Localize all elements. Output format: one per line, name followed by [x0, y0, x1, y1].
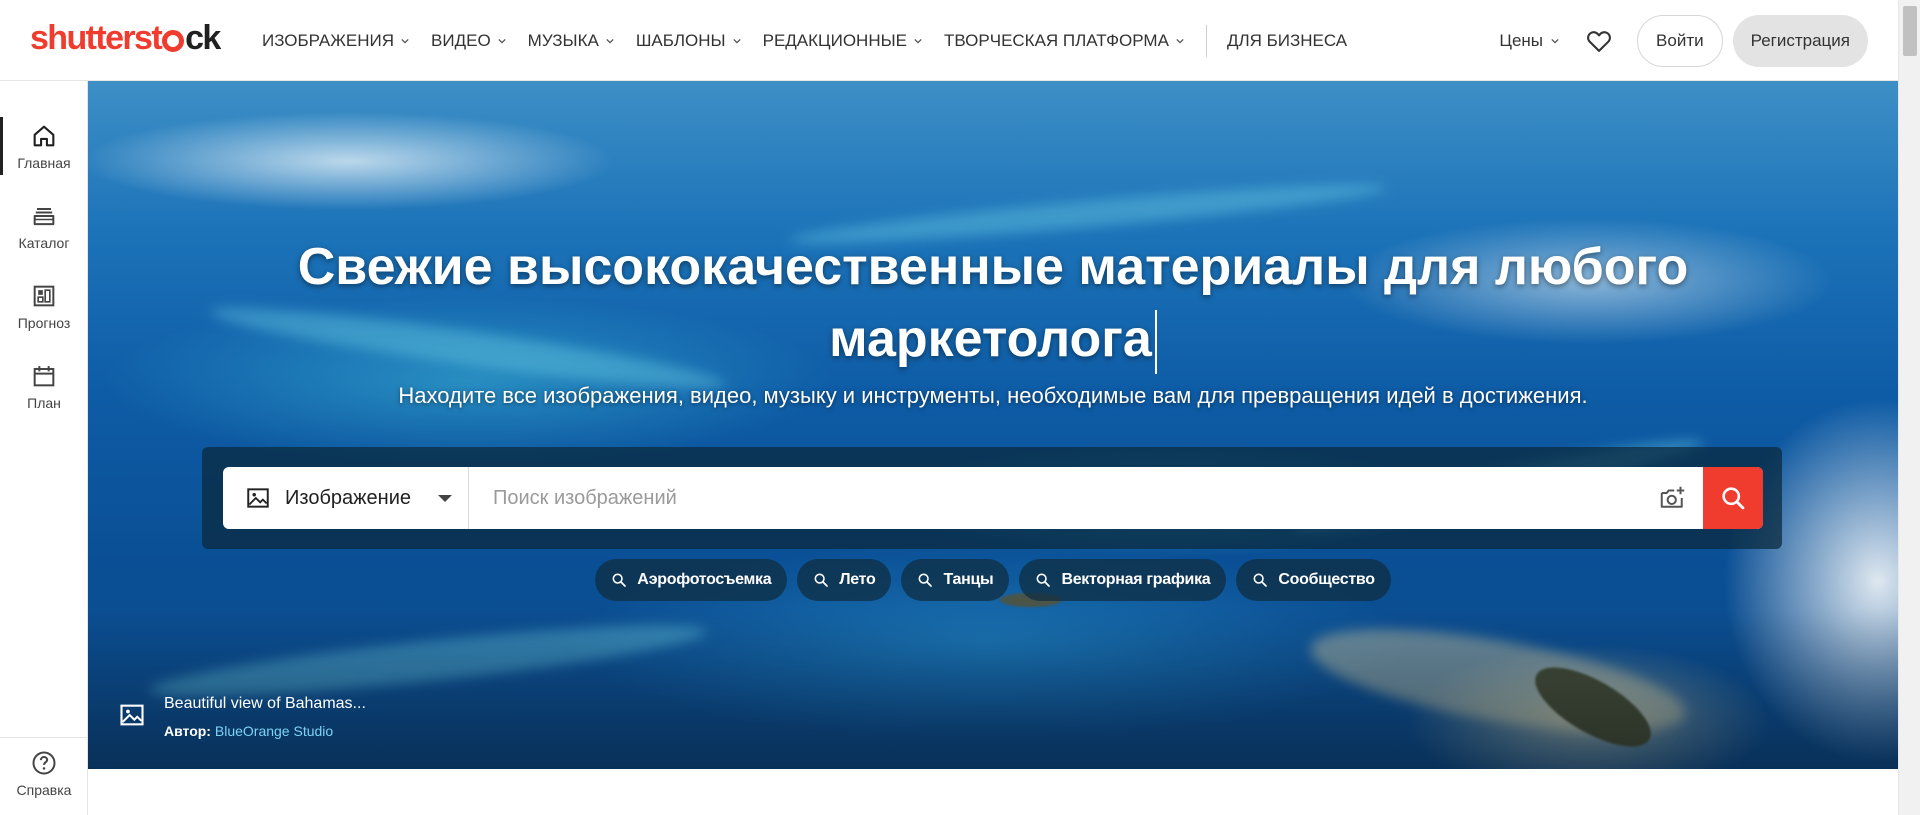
sidebar-item-label: Каталог: [18, 234, 70, 251]
search-submit-button[interactable]: [1703, 467, 1763, 529]
nav-templates-label: ШАБЛОНЫ: [635, 30, 726, 50]
search-bar: Изображение: [223, 467, 1763, 529]
favorites-heart-icon[interactable]: [1585, 27, 1613, 55]
nav-images-label: ИЗОБРАЖЕНИЯ: [262, 30, 395, 50]
sidebar-item-catalog[interactable]: Каталог: [0, 191, 88, 261]
chevron-down-icon: [1176, 38, 1184, 44]
nav-video[interactable]: ВИДЕО: [431, 31, 506, 51]
hero-subtitle: Находите все изображения, видео, музыку …: [398, 383, 1588, 408]
search-icon: [1722, 487, 1745, 510]
image-icon: [120, 704, 144, 726]
logo-text-end: ck: [185, 18, 221, 57]
chevron-down-icon: [914, 38, 922, 44]
media-type-dropdown[interactable]: Изображение: [223, 467, 469, 529]
search-icon: [814, 573, 829, 587]
forecast-icon: [33, 285, 55, 306]
image-icon: [247, 488, 269, 508]
header-actions: Цены Войти Регистрация: [1499, 0, 1898, 81]
nav-editorial-label: РЕДАКЦИОННЫЕ: [762, 30, 908, 50]
chip-label: Векторная графика: [1061, 571, 1211, 588]
sidebar-footer: Справка: [0, 737, 88, 798]
home-icon: [33, 125, 55, 146]
search-input[interactable]: [469, 467, 1643, 529]
register-button[interactable]: Регистрация: [1732, 14, 1868, 67]
logo-text-start: shutterst: [30, 18, 163, 57]
sidebar-item-label: План: [27, 394, 61, 411]
chevron-down-icon: [401, 38, 409, 44]
prices-label: Цены: [1499, 30, 1544, 50]
catalog-icon: [33, 207, 55, 225]
nav-divider: [1205, 24, 1207, 57]
hero-headline-line1: Свежие высококачественные материалы для …: [297, 238, 1689, 296]
credit-author-label: Автор:: [164, 723, 211, 739]
page-scrollbar[interactable]: [1898, 0, 1920, 815]
credit-text: Beautiful view of Bahamas... Автор: Blue…: [164, 695, 366, 739]
suggestion-chips: Аэрофотосъемка Лето Танцы Векторная граф…: [88, 559, 1898, 601]
shutterstock-logo[interactable]: shutterst ck: [30, 18, 221, 58]
sidebar-item-label: Главная: [17, 154, 71, 171]
search-icon: [1036, 573, 1051, 587]
nav-creative-platform[interactable]: ТВОРЧЕСКАЯ ПЛАТФОРМА: [944, 31, 1184, 51]
calendar-icon: [33, 365, 55, 386]
chip-community[interactable]: Сообщество: [1236, 559, 1391, 601]
nav-creative-platform-label: ТВОРЧЕСКАЯ ПЛАТФОРМА: [944, 30, 1169, 50]
hero-headline-line2: маркетолога: [829, 310, 1152, 368]
sidebar-item-forecast[interactable]: Прогноз: [0, 271, 88, 341]
credit-overlay: [88, 609, 1898, 769]
search-icon: [919, 573, 933, 587]
hero-banner: Свежие высококачественные материалы для …: [88, 81, 1898, 769]
caret-down-icon: [438, 495, 452, 502]
search-icon: [612, 573, 627, 587]
nav-templates[interactable]: ШАБЛОНЫ: [636, 31, 741, 51]
credit-image-title[interactable]: Beautiful view of Bahamas...: [164, 695, 366, 713]
scrollbar-thumb[interactable]: [1903, 6, 1917, 56]
chip-label: Аэрофотосъемка: [637, 571, 772, 588]
chip-aerial[interactable]: Аэрофотосъемка: [595, 559, 788, 601]
help-question-icon: [32, 751, 56, 774]
chip-dance[interactable]: Танцы: [901, 559, 1010, 601]
nav-for-business[interactable]: ДЛЯ БИЗНЕСА: [1227, 31, 1347, 51]
sidebar-item-help[interactable]: Справка: [0, 738, 88, 808]
chevron-down-icon: [732, 38, 741, 44]
login-button[interactable]: Войти: [1637, 14, 1723, 67]
search-by-image-button[interactable]: [1643, 467, 1703, 529]
chip-label: Сообщество: [1278, 571, 1375, 588]
nav-music[interactable]: МУЗЫКА: [528, 31, 614, 51]
chip-label: Лето: [839, 571, 876, 588]
sidebar-item-label: Справка: [16, 781, 72, 798]
top-navigation-bar: shutterst ck ИЗОБРАЖЕНИЯ ВИДЕО МУЗЫКА ШАБ…: [0, 0, 1898, 81]
sidebar-item-label: Прогноз: [17, 314, 71, 331]
search-icon: [1253, 573, 1268, 587]
credit-author-line: Автор: BlueOrange Studio: [164, 723, 366, 739]
media-type-label: Изображение: [285, 486, 411, 509]
text-cursor: [1154, 310, 1157, 375]
chip-summer[interactable]: Лето: [797, 559, 892, 601]
nav-music-label: МУЗЫКА: [527, 30, 599, 50]
camera-plus-icon: [1660, 486, 1685, 508]
chip-vector[interactable]: Векторная графика: [1019, 559, 1227, 601]
nav-editorial[interactable]: РЕДАКЦИОННЫЕ: [763, 31, 922, 51]
logo-o-mark: [162, 30, 185, 52]
sidebar-item-plan[interactable]: План: [0, 351, 88, 421]
image-credit: Beautiful view of Bahamas... Автор: Blue…: [118, 695, 366, 739]
chip-label: Танцы: [943, 571, 994, 588]
nav-images[interactable]: ИЗОБРАЖЕНИЯ: [262, 31, 409, 51]
sidebar-item-home[interactable]: Главная: [0, 111, 88, 181]
chevron-down-icon: [1551, 38, 1559, 44]
chevron-down-icon: [498, 38, 506, 44]
main-nav: ИЗОБРАЖЕНИЯ ВИДЕО МУЗЫКА ШАБЛОНЫ РЕДАКЦИ…: [262, 0, 1369, 81]
hero-headline: Свежие высококачественные материалы для …: [88, 231, 1898, 375]
nav-video-label: ВИДЕО: [431, 30, 491, 50]
left-sidebar: Главная Каталог Прогноз План Справка: [0, 81, 88, 815]
prices-menu[interactable]: Цены: [1499, 31, 1559, 51]
chevron-down-icon: [606, 38, 614, 44]
search-panel: Изображение: [202, 447, 1782, 549]
credit-author-link[interactable]: BlueOrange Studio: [215, 723, 333, 739]
